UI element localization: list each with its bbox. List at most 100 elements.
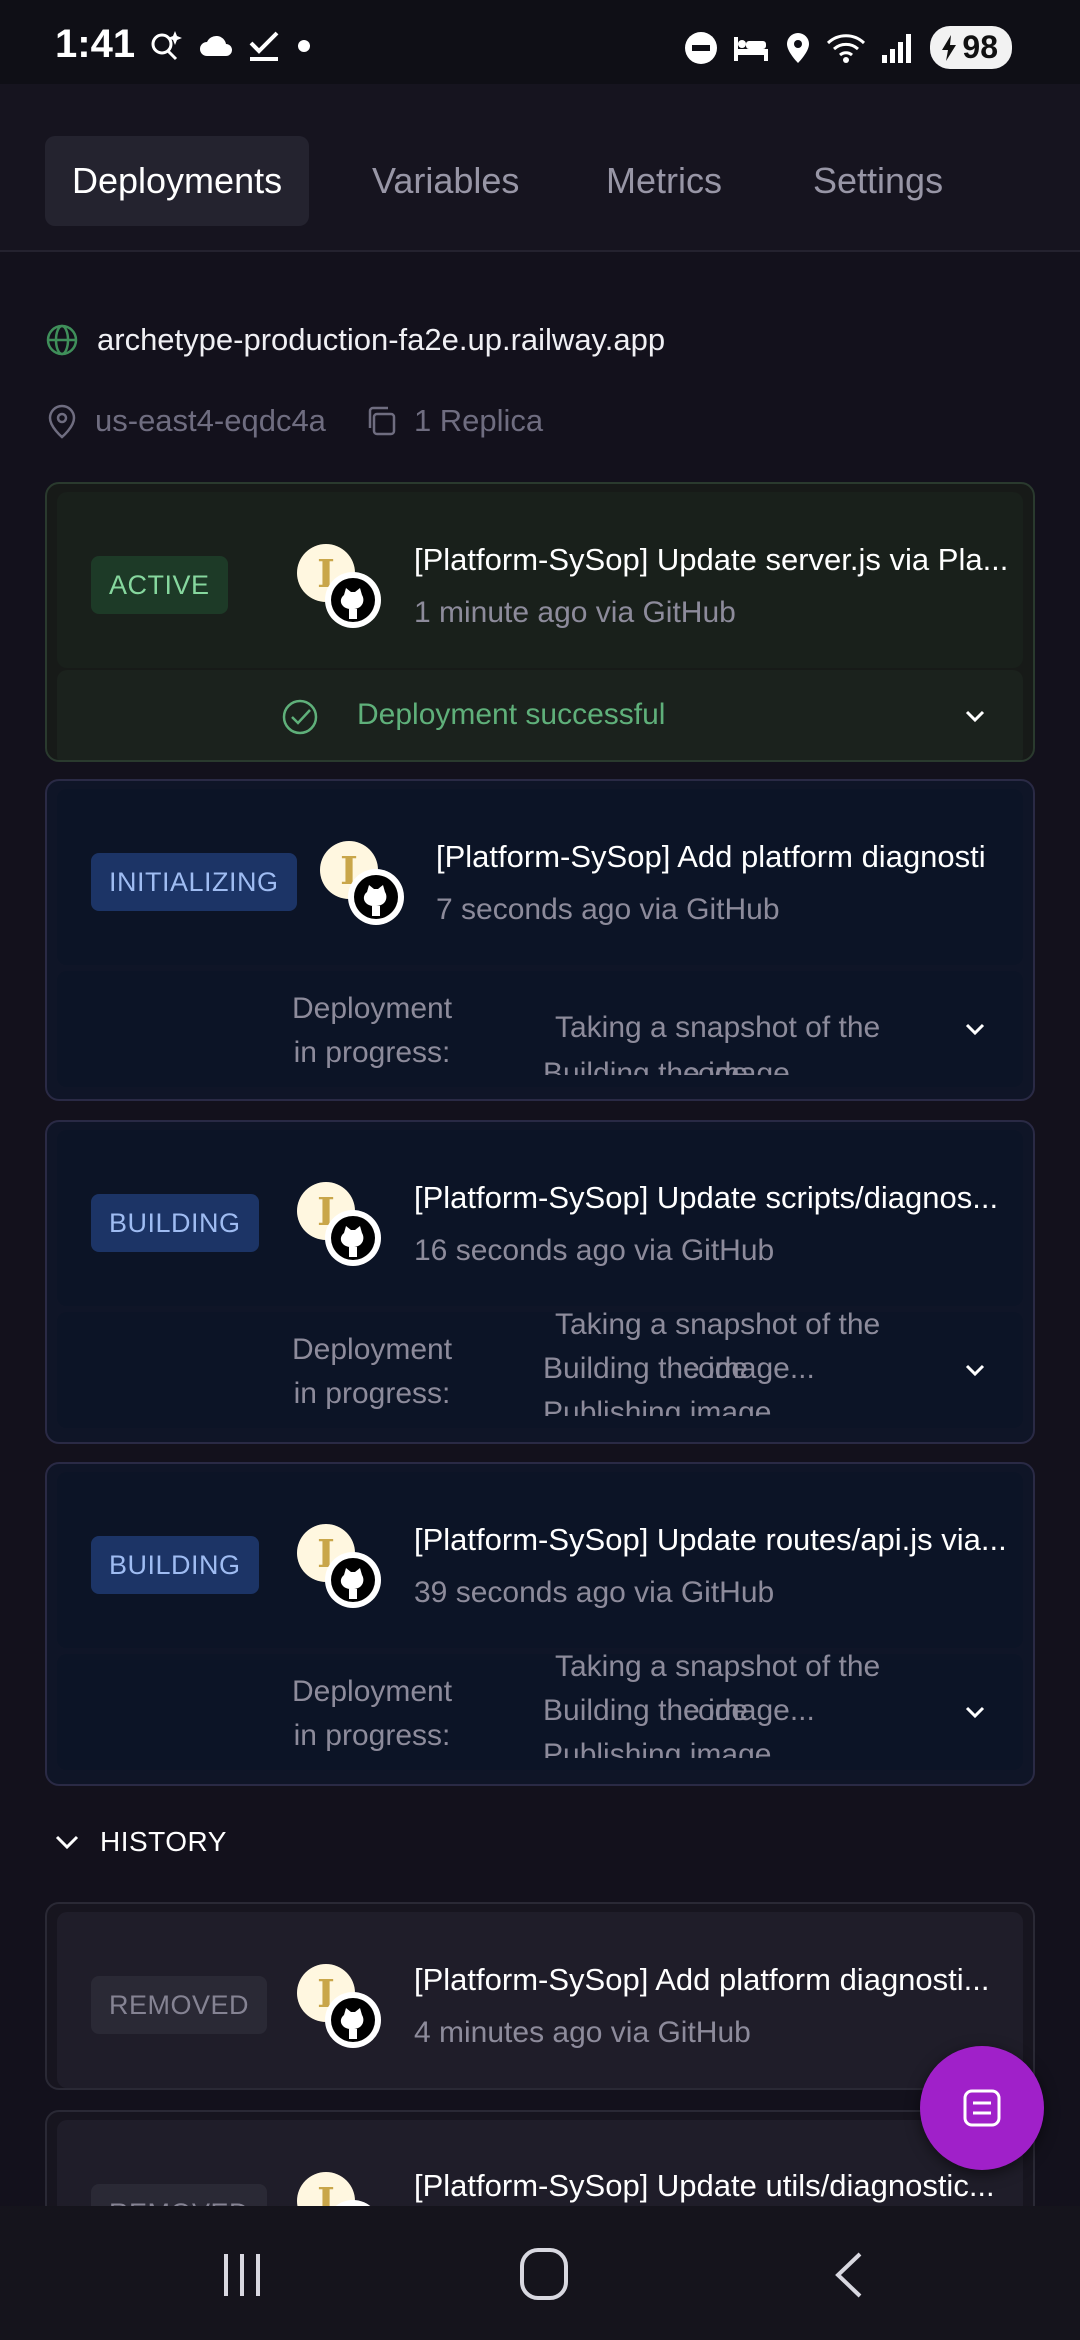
progress-steps: Taking a snapshot of the Building the im…	[543, 971, 963, 1075]
deployment-summary[interactable]: ACTIVE I [Platform-SySop] Update server.…	[57, 492, 1023, 668]
avatar: I	[297, 1964, 381, 2048]
cloud-icon	[200, 35, 232, 56]
status-left-icons	[148, 28, 314, 64]
progress-step: Building the image...	[543, 1352, 815, 1385]
status-time: 1:41	[55, 22, 136, 66]
github-avatar	[325, 1552, 381, 1608]
commit-time: 4 minutes ago via GitHub	[414, 2016, 751, 2049]
history-card[interactable]: REMOVED I [Platform-SySop] Add platform …	[45, 1902, 1035, 2090]
location-icon	[787, 32, 810, 63]
tab-bar: Deployments Variables Metrics Settings	[0, 84, 1080, 252]
status-badge: REMOVED	[91, 1976, 268, 2034]
deployment-successful-text: Deployment successful	[357, 698, 666, 731]
globe-icon	[46, 324, 78, 356]
location-pin-icon	[48, 404, 76, 439]
github-icon	[331, 1998, 375, 2042]
system-nav-bar	[0, 2206, 1080, 2340]
deployment-summary[interactable]: BUILDING I [Platform-SySop] Update route…	[57, 1472, 1023, 1648]
deployment-progress-row[interactable]: Deployment in progress: Taking a snapsho…	[57, 1654, 1023, 1770]
service-meta-row: us-east4-eqdc4a 1 Replica	[45, 403, 543, 439]
chevron-down-icon[interactable]	[959, 1354, 991, 1386]
service-domain-link[interactable]: archetype-production-fa2e.up.railway.app	[97, 322, 665, 358]
deployment-card-building[interactable]: BUILDING I [Platform-SySop] Update scrip…	[45, 1120, 1035, 1444]
commit-time: 16 seconds ago via GitHub	[414, 1234, 775, 1267]
progress-label: Deployment in progress:	[292, 1675, 453, 1752]
avatar: I	[297, 1182, 381, 1266]
deployment-card-initializing[interactable]: INITIALIZING I [Platform-SySop] Add plat…	[45, 779, 1035, 1101]
progress-steps: Taking a snapshot of the Building the im…	[543, 1654, 963, 1758]
deployment-card-building[interactable]: BUILDING I [Platform-SySop] Update route…	[45, 1462, 1035, 1786]
progress-step: Taking a snapshot of the	[555, 1312, 881, 1341]
deployment-progress-row[interactable]: Deployment in progress: Taking a snapsho…	[57, 1312, 1023, 1428]
wifi-icon	[827, 33, 866, 63]
commit-title: [Platform-SySop] Update server.js via Pl…	[414, 542, 1009, 577]
progress-label: Deployment in progress:	[292, 1333, 453, 1410]
home-icon[interactable]	[518, 2246, 570, 2302]
bed-icon	[734, 36, 769, 61]
github-avatar	[325, 1992, 381, 2048]
progress-step: Building the image...	[543, 1057, 815, 1075]
commit-title: [Platform-SySop] Update scripts/diagnos.…	[414, 1180, 999, 1215]
commit-title: [Platform-SySop] Add platform diagnosti	[436, 839, 986, 874]
copy-replicas-icon	[368, 406, 396, 436]
deployment-card-active[interactable]: ACTIVE I [Platform-SySop] Update server.…	[45, 482, 1035, 762]
progress-label: Deployment in progress:	[292, 992, 453, 1069]
progress-step: Taking a snapshot of the	[555, 1011, 881, 1044]
tab-variables[interactable]: Variables	[345, 136, 546, 226]
logs-fab-button[interactable]	[920, 2046, 1044, 2170]
github-icon	[331, 1216, 375, 1260]
status-badge: BUILDING	[91, 1194, 259, 1252]
status-badge: ACTIVE	[91, 556, 228, 614]
dot-icon	[298, 40, 310, 52]
progress-step: code	[683, 1057, 749, 1075]
commit-time: 7 seconds ago via GitHub	[436, 893, 780, 926]
tab-settings[interactable]: Settings	[786, 136, 970, 226]
chevron-down-icon[interactable]	[959, 1696, 991, 1728]
history-toggle[interactable]: HISTORY	[52, 1826, 227, 1858]
back-icon[interactable]	[828, 2250, 868, 2300]
avatar: I	[320, 841, 404, 925]
progress-step: code	[683, 1352, 749, 1385]
history-label: HISTORY	[100, 1826, 227, 1857]
deployment-status-row[interactable]: Deployment successful	[57, 670, 1023, 760]
battery-indicator: 98	[930, 26, 1012, 69]
chevron-down-icon[interactable]	[959, 1013, 991, 1045]
search-sparkle-icon	[151, 31, 182, 61]
deployment-summary[interactable]: INITIALIZING I [Platform-SySop] Add plat…	[57, 789, 1023, 965]
deployment-summary[interactable]: REMOVED I [Platform-SySop] Add platform …	[57, 1912, 1023, 2088]
avatar: I	[297, 544, 381, 628]
deployment-progress-row[interactable]: Deployment in progress: Taking a snapsho…	[57, 971, 1023, 1087]
github-icon	[331, 578, 375, 622]
check-task-icon	[249, 31, 279, 61]
commit-time: 1 minute ago via GitHub	[414, 596, 736, 629]
status-right-icons: 98	[684, 26, 1012, 69]
progress-steps: Taking a snapshot of the Building the im…	[543, 1312, 963, 1416]
service-replicas: 1 Replica	[413, 403, 544, 438]
commit-title: [Platform-SySop] Add platform diagnosti.…	[414, 1962, 990, 1997]
status-badge: BUILDING	[91, 1536, 259, 1594]
do-not-disturb-icon	[685, 31, 718, 64]
status-bar: 1:41 98	[0, 0, 1080, 84]
commit-time: 39 seconds ago via GitHub	[414, 1576, 775, 1609]
github-avatar	[325, 1210, 381, 1266]
battery-level: 98	[962, 29, 998, 65]
tab-metrics[interactable]: Metrics	[579, 136, 749, 226]
check-circle-icon	[282, 699, 318, 735]
chevron-down-icon	[55, 1835, 79, 1850]
progress-step: Building the image...	[543, 1694, 815, 1727]
progress-step: Taking a snapshot of the	[555, 1654, 881, 1683]
chevron-down-icon[interactable]	[959, 700, 991, 732]
signal-icon	[882, 33, 912, 63]
tab-deployments[interactable]: Deployments	[45, 136, 310, 226]
service-domain-row[interactable]: archetype-production-fa2e.up.railway.app	[45, 322, 665, 358]
progress-step: Publishing image	[543, 1738, 772, 1758]
commit-title: [Platform-SySop] Update utils/diagnostic…	[414, 2168, 995, 2203]
deployment-summary[interactable]: BUILDING I [Platform-SySop] Update scrip…	[57, 1130, 1023, 1306]
recent-apps-icon[interactable]	[218, 2250, 266, 2300]
document-list-icon	[963, 2089, 1001, 2127]
service-region: us-east4-eqdc4a	[95, 403, 326, 438]
progress-step: Publishing image	[543, 1396, 772, 1416]
avatar: I	[297, 1524, 381, 1608]
charging-bolt-icon	[942, 34, 957, 61]
status-badge: INITIALIZING	[91, 853, 297, 911]
